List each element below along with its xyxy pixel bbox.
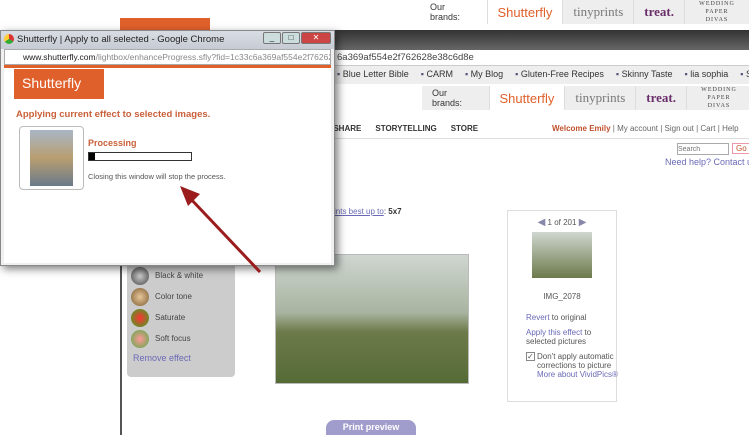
maximize-button[interactable]: □: [282, 32, 300, 44]
popup-title: Shutterfly | Apply to all selected - Goo…: [17, 34, 225, 45]
effect-color-tone[interactable]: Color tone: [127, 286, 235, 307]
remove-effect-link[interactable]: Remove effect: [127, 349, 235, 363]
shutterfly-logo: Shutterfly: [14, 69, 104, 99]
popup-title-bar[interactable]: Shutterfly | Apply to all selected - Goo…: [1, 31, 334, 49]
minimize-button[interactable]: _: [263, 32, 281, 44]
color-tone-icon: [131, 287, 149, 306]
brand-shutterfly[interactable]: Shutterfly: [486, 0, 563, 24]
apply-effect-link[interactable]: Apply this effect: [526, 328, 582, 337]
brand-bar: Our brands: Shutterfly tinyprints treat.…: [420, 0, 749, 24]
progress-fill: [89, 153, 96, 160]
prints-size: 5x7: [388, 207, 402, 216]
auto-correct-checkbox[interactable]: ✓: [526, 352, 535, 361]
prints-best-link[interactable]: ints best up to: [334, 207, 384, 216]
progress-bar: [88, 152, 192, 161]
welcome-text: Welcome Emily: [552, 124, 611, 133]
brand-wedding-paper-divas[interactable]: WEDDING PAPER DIVAS: [685, 86, 749, 110]
brands-label: Our brands:: [432, 88, 463, 108]
bookmark[interactable]: lia sophia: [685, 69, 728, 84]
black-white-icon: [131, 266, 149, 285]
effect-soft-focus[interactable]: Soft focus: [127, 328, 235, 349]
photo-counter: 1 of 201: [547, 218, 577, 227]
url-domain: www.shutterfly.com: [23, 52, 96, 62]
effect-label: Color tone: [155, 292, 192, 301]
brand-wedding-paper-divas[interactable]: WEDDING PAPER DIVAS: [683, 0, 749, 24]
bookmark[interactable]: Blue Letter Bible: [337, 69, 409, 84]
brand-bar-2: Our brands: Shutterfly tinyprints treat.…: [422, 86, 749, 110]
go-button[interactable]: Go: [732, 143, 749, 154]
prev-arrow-icon[interactable]: ◀: [538, 217, 546, 228]
popup-heading: Applying current effect to selected imag…: [16, 109, 211, 120]
brand-shutterfly[interactable]: Shutterfly: [488, 86, 565, 110]
print-preview-button[interactable]: Print preview: [326, 420, 416, 435]
processing-image: [30, 130, 73, 186]
brand-treat[interactable]: treat.: [633, 0, 684, 24]
effect-saturate[interactable]: Saturate: [127, 307, 235, 328]
url-path: /lightbox/enhanceProgress.sfly?fid=1c33c…: [95, 52, 330, 62]
saturate-icon: [131, 308, 149, 327]
cart-link[interactable]: Cart: [700, 124, 715, 133]
logo-fragment: [120, 18, 210, 30]
user-links: Welcome Emily | My account | Sign out | …: [552, 124, 739, 133]
brands-label: Our brands:: [430, 2, 461, 22]
search-input[interactable]: [677, 143, 729, 155]
processing-status: Processing: [88, 138, 137, 148]
bookmark[interactable]: CARM: [421, 69, 453, 84]
my-account-link[interactable]: My account: [617, 124, 658, 133]
bookmark[interactable]: Gluten-Free Recipes: [515, 69, 604, 84]
bookmark[interactable]: Sold Dr: [740, 69, 749, 84]
vividpics-link[interactable]: More about VividPics®: [537, 370, 618, 379]
brand-tinyprints[interactable]: tinyprints: [562, 0, 634, 24]
annotation-arrow-icon: [180, 186, 262, 274]
effect-label: Soft focus: [155, 334, 191, 343]
effect-label: Saturate: [155, 313, 186, 322]
help-link[interactable]: Help: [722, 124, 738, 133]
popup-address-bar[interactable]: www.shutterfly.com/lightbox/enhanceProgr…: [4, 49, 331, 65]
chrome-icon: [4, 34, 14, 44]
bookmark[interactable]: My Blog: [465, 69, 504, 84]
bookmark[interactable]: Skinny Taste: [616, 69, 673, 84]
revert-text: to original: [549, 313, 587, 322]
next-arrow-icon[interactable]: ▶: [579, 217, 587, 228]
revert-link[interactable]: Revert: [526, 313, 550, 322]
progress-popup-window: Shutterfly | Apply to all selected - Goo…: [0, 30, 335, 266]
main-photo: [275, 254, 469, 384]
popup-content: Shutterfly Applying current effect to se…: [4, 65, 331, 263]
brand-tinyprints[interactable]: tinyprints: [564, 86, 636, 110]
close-button[interactable]: ✕: [301, 32, 331, 44]
checkbox-label: Don't apply automatic corrections to pic…: [537, 352, 614, 370]
photo-detail-panel: ◀ 1 of 201 ▶ IMG_2078 Revert to original…: [507, 210, 618, 402]
image-name: IMG_2078: [543, 292, 581, 301]
brand-treat[interactable]: treat.: [635, 86, 686, 110]
sign-out-link[interactable]: Sign out: [665, 124, 694, 133]
help-contact-link[interactable]: Need help? Contact us: [665, 157, 749, 167]
thumbnail[interactable]: [532, 232, 592, 278]
image-thumbnail-frame: [19, 126, 84, 190]
soft-focus-icon: [131, 329, 149, 348]
